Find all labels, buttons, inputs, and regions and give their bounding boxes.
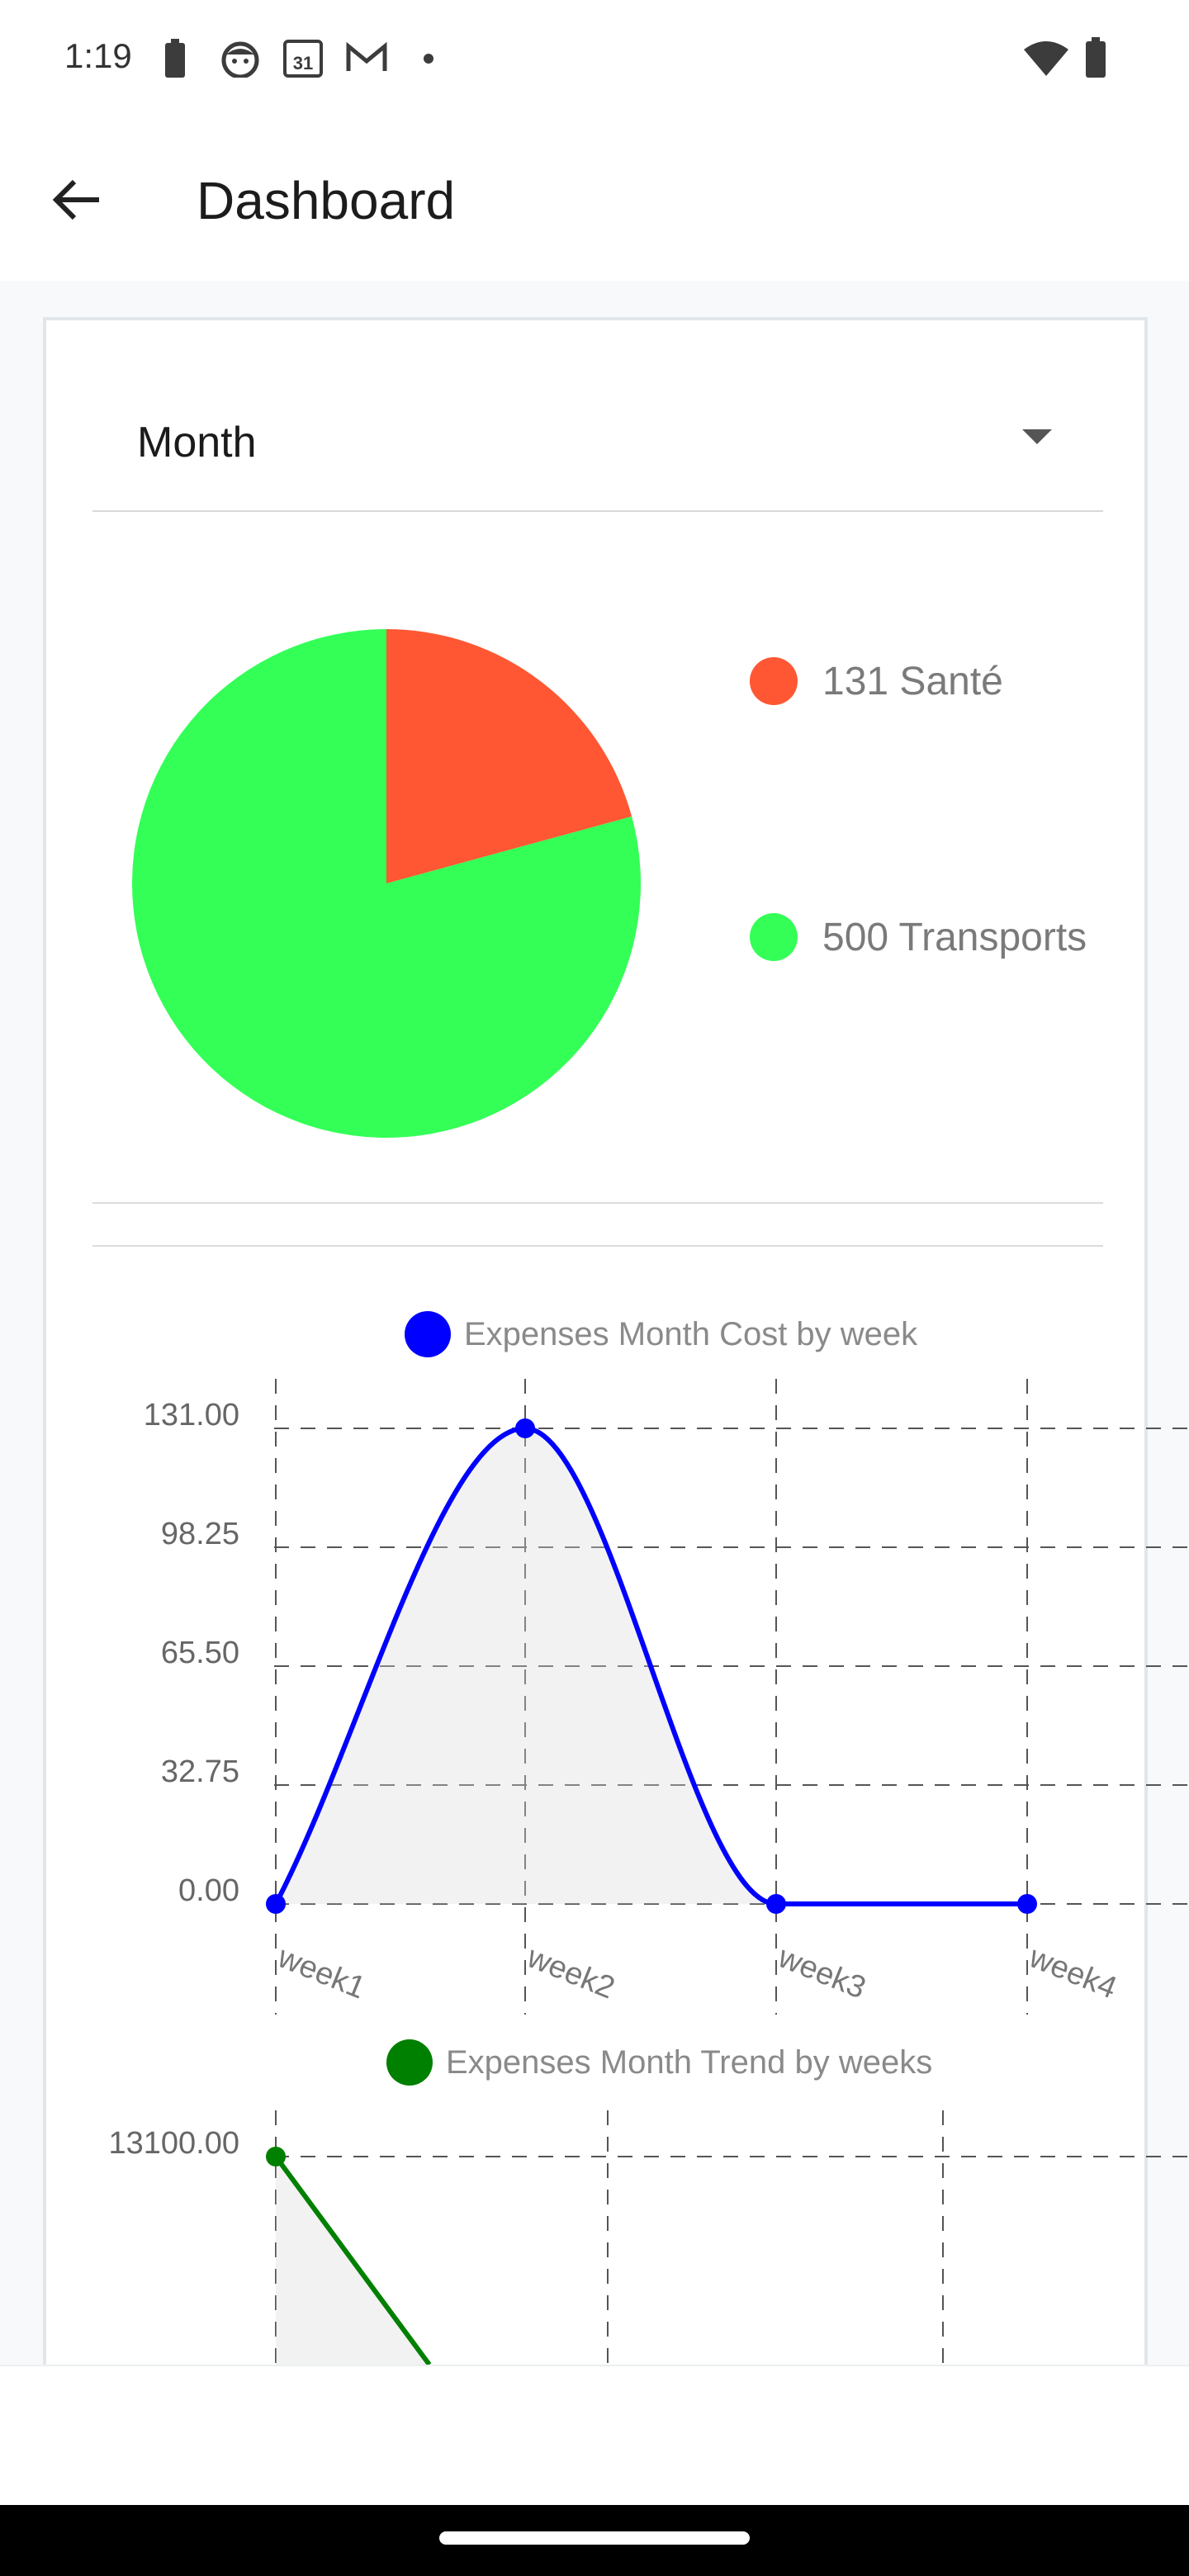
legend-item-sante: 131 Santé (750, 657, 1003, 705)
legend-label-sante: 131 Santé (822, 659, 1003, 703)
legend-dot-sante (750, 657, 798, 705)
battery-saver-icon (163, 38, 187, 83)
divider (92, 1245, 1103, 1247)
x-tick-label: week3 (773, 1939, 871, 2005)
y-tick-label: 131.00 (144, 1398, 239, 1432)
status-time: 1:19 (64, 36, 132, 75)
y-tick-label: 13100.00 (109, 2126, 240, 2161)
calendar-icon: 31 (282, 36, 324, 83)
bottom-area (0, 2365, 1189, 2505)
weekly-cost-chart: Expenses Month Cost by week 131.00 98.25 6… (0, 1288, 1189, 2031)
period-dropdown[interactable]: Month (92, 395, 1103, 512)
y-tick-label: 98.25 (161, 1517, 239, 1551)
back-button[interactable] (36, 162, 116, 241)
android-icon (220, 40, 261, 82)
legend-label-transports: 500 Transports (822, 915, 1087, 959)
data-point[interactable] (515, 1418, 535, 1438)
legend-item-transports: 500 Transports (750, 913, 1087, 961)
navigation-bar (0, 2505, 1189, 2576)
data-point[interactable] (766, 1894, 786, 1914)
dot-icon (423, 53, 434, 69)
data-point[interactable] (1017, 1894, 1037, 1914)
arrow-back-icon (50, 173, 102, 230)
dropdown-caret-icon (1021, 428, 1054, 450)
app-bar: Dashboard (0, 116, 1189, 281)
home-gesture-handle[interactable] (439, 2531, 750, 2545)
gmail-icon (345, 41, 388, 78)
period-dropdown-value: Month (137, 419, 257, 466)
calendar-day: 31 (293, 53, 313, 73)
pie-chart (129, 626, 644, 1141)
status-bar: 1:19 31 (0, 0, 1189, 116)
divider (92, 1202, 1103, 1204)
x-tick-label: week2 (522, 1939, 620, 2005)
page-title: Dashboard (197, 171, 456, 230)
y-tick-label: 0.00 (178, 1873, 239, 1908)
x-tick-label: week1 (272, 1939, 371, 2005)
legend-dot-transports (750, 913, 798, 961)
weekly-trend-chart: Expenses Month Trend by weeks 13100.0098… (0, 2031, 1189, 2365)
data-point[interactable] (266, 2147, 286, 2166)
x-tick-label: week4 (1024, 1939, 1122, 2005)
data-point[interactable] (266, 1894, 286, 1914)
wifi-icon (1022, 40, 1070, 82)
y-tick-label: 32.75 (161, 1754, 239, 1789)
y-tick-label: 65.50 (161, 1636, 239, 1670)
battery-icon (1083, 36, 1108, 83)
